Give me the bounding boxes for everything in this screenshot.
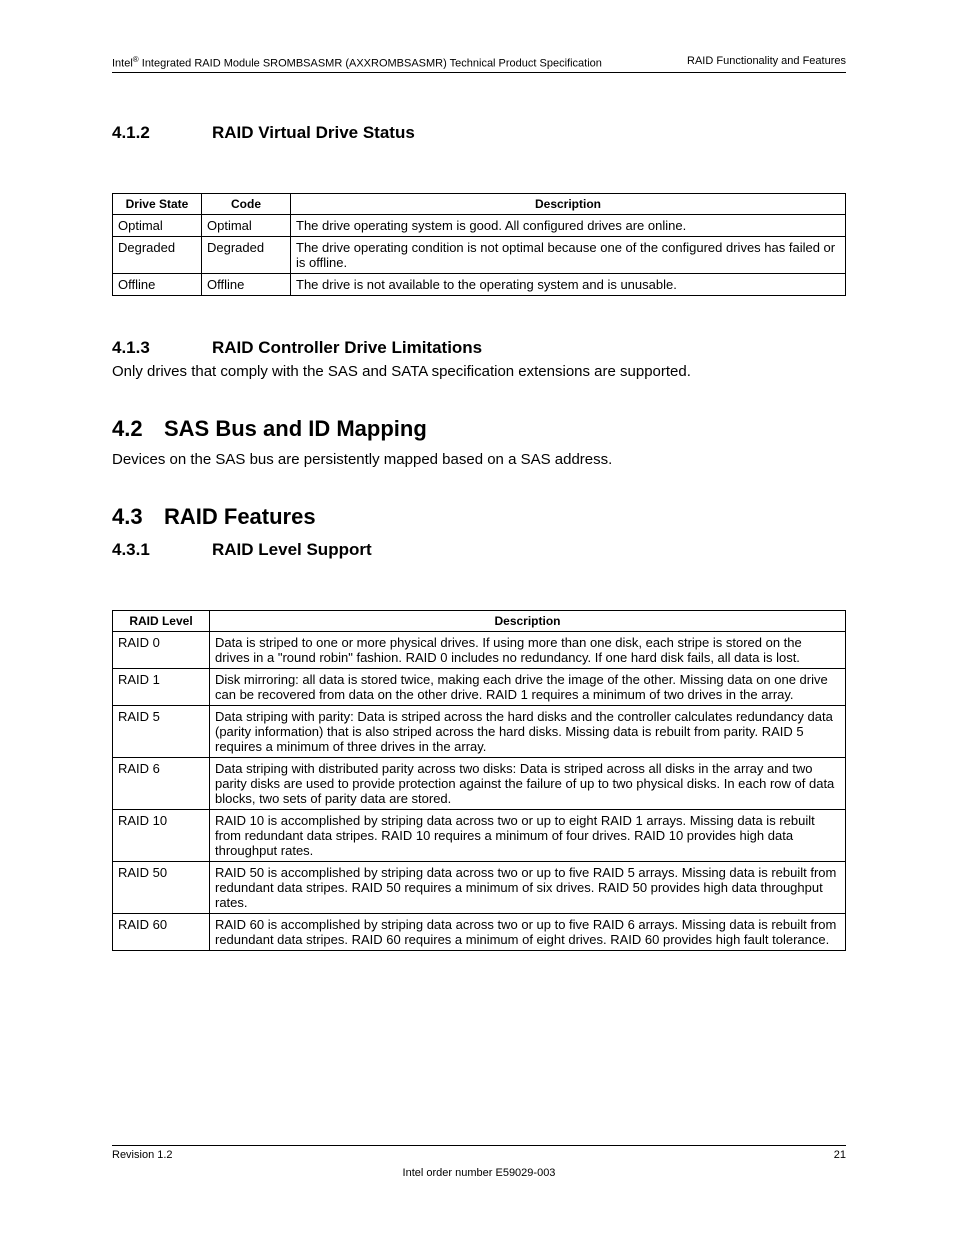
header-left: Intel® Integrated RAID Module SROMBSASMR… [112, 55, 602, 70]
table-row: Optimal Optimal The drive operating syst… [113, 214, 846, 236]
cell: RAID 0 [113, 632, 210, 669]
table-row: RAID 50RAID 50 is accomplished by stripi… [113, 862, 846, 914]
cell: Optimal [202, 214, 291, 236]
table-row: Offline Offline The drive is not availab… [113, 273, 846, 295]
heading-4-3-1: 4.3.1RAID Level Support [112, 540, 846, 560]
heading-4-1-2: 4.1.2RAID Virtual Drive Status [112, 123, 846, 143]
col-header: Code [202, 193, 291, 214]
page-footer: Revision 1.2 21 Intel order number E5902… [112, 1145, 846, 1179]
cell: RAID 1 [113, 669, 210, 706]
cell: The drive operating condition is not opt… [291, 236, 846, 273]
table-header-row: Drive State Code Description [113, 193, 846, 214]
col-header: Drive State [113, 193, 202, 214]
body-text: Devices on the SAS bus are persistently … [112, 450, 846, 470]
table-row: RAID 6Data striping with distributed par… [113, 758, 846, 810]
body-text: Only drives that comply with the SAS and… [112, 362, 846, 382]
cell: Data striping with distributed parity ac… [210, 758, 846, 810]
table-row: RAID 5Data striping with parity: Data is… [113, 706, 846, 758]
cell: RAID 50 [113, 862, 210, 914]
table-row: Degraded Degraded The drive operating co… [113, 236, 846, 273]
page-header: Intel® Integrated RAID Module SROMBSASMR… [112, 55, 846, 73]
cell: Optimal [113, 214, 202, 236]
table-row: RAID 0Data is striped to one or more phy… [113, 632, 846, 669]
col-header: Description [210, 611, 846, 632]
table-row: RAID 60RAID 60 is accomplished by stripi… [113, 914, 846, 951]
header-right: RAID Functionality and Features [687, 55, 846, 70]
cell: RAID 60 is accomplished by striping data… [210, 914, 846, 951]
heading-4-3: 4.3RAID Features [112, 504, 846, 530]
footer-revision: Revision 1.2 [112, 1149, 173, 1161]
table-row: RAID 1Disk mirroring: all data is stored… [113, 669, 846, 706]
cell: RAID 60 [113, 914, 210, 951]
cell: Offline [202, 273, 291, 295]
cell: Disk mirroring: all data is stored twice… [210, 669, 846, 706]
cell: The drive operating system is good. All … [291, 214, 846, 236]
cell: Data is striped to one or more physical … [210, 632, 846, 669]
cell: Degraded [113, 236, 202, 273]
cell: Offline [113, 273, 202, 295]
table-header-row: RAID Level Description [113, 611, 846, 632]
col-header: Description [291, 193, 846, 214]
table-row: RAID 10RAID 10 is accomplished by stripi… [113, 810, 846, 862]
cell: Data striping with parity: Data is strip… [210, 706, 846, 758]
cell: RAID 50 is accomplished by striping data… [210, 862, 846, 914]
footer-order-number: Intel order number E59029-003 [112, 1167, 846, 1179]
table-raid-levels: RAID Level Description RAID 0Data is str… [112, 610, 846, 951]
footer-page-number: 21 [834, 1149, 846, 1161]
col-header: RAID Level [113, 611, 210, 632]
heading-4-1-3: 4.1.3RAID Controller Drive Limitations [112, 338, 846, 358]
cell: The drive is not available to the operat… [291, 273, 846, 295]
cell: RAID 10 is accomplished by striping data… [210, 810, 846, 862]
cell: RAID 6 [113, 758, 210, 810]
cell: RAID 5 [113, 706, 210, 758]
heading-4-2: 4.2SAS Bus and ID Mapping [112, 416, 846, 442]
cell: RAID 10 [113, 810, 210, 862]
table-drive-status: Drive State Code Description Optimal Opt… [112, 193, 846, 296]
cell: Degraded [202, 236, 291, 273]
